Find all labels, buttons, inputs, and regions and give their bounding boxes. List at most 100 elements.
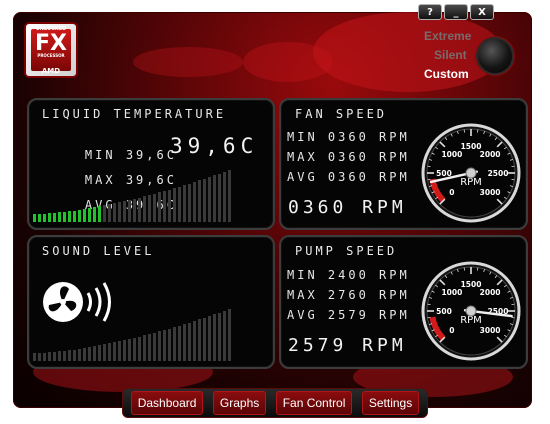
gauge-tick-label: 1500 — [461, 280, 482, 289]
panel-title: FAN SPEED — [295, 107, 388, 121]
logo-amd-text: AMD — [41, 67, 61, 75]
level-bar — [33, 214, 36, 222]
min-label: MIN — [287, 268, 318, 282]
close-button[interactable]: X — [470, 4, 494, 20]
level-bar — [58, 212, 61, 222]
level-bar — [103, 205, 106, 222]
level-bar — [78, 210, 81, 222]
level-bar — [83, 348, 86, 361]
panel-title: SOUND LEVEL — [42, 244, 155, 258]
level-bar — [93, 346, 96, 361]
level-bar — [188, 184, 191, 222]
gauge-tick-label: 1000 — [441, 288, 462, 297]
tab-fan-control[interactable]: Fan Control — [275, 391, 353, 415]
level-bar — [143, 335, 146, 361]
level-bar — [173, 188, 176, 222]
panel-title: LIQUID TEMPERATURE — [42, 107, 227, 121]
level-bar — [213, 175, 216, 222]
mode-custom[interactable]: Custom — [424, 67, 469, 81]
level-bar — [153, 333, 156, 361]
mode-silent[interactable]: Silent — [434, 48, 467, 62]
level-bar — [88, 208, 91, 222]
gauge-tick-label: 500 — [436, 307, 452, 316]
avg-label: AVG — [287, 308, 318, 322]
level-bar — [138, 198, 141, 222]
level-bar — [163, 191, 166, 222]
level-bar — [173, 327, 176, 361]
level-bar — [78, 349, 81, 361]
level-bar — [33, 353, 36, 361]
tab-graphs[interactable]: Graphs — [212, 391, 267, 415]
gauge-tick-label: 2500 — [488, 169, 509, 178]
level-bar — [228, 309, 231, 361]
level-bar — [63, 351, 66, 361]
current-fan-speed: 0360 RPM — [288, 197, 407, 218]
gauge-tick-label: 0 — [449, 188, 454, 197]
min-value: 0360 RPM — [327, 130, 410, 144]
gauge-tick-label: 0 — [449, 326, 454, 335]
level-bar — [113, 203, 116, 222]
level-bar — [113, 342, 116, 361]
level-bar — [158, 192, 161, 222]
level-bar — [118, 341, 121, 361]
sound-level-panel: SOUND LEVEL — [27, 235, 275, 369]
level-bar — [148, 334, 151, 361]
level-bar — [203, 179, 206, 222]
level-bar — [168, 190, 171, 222]
level-bar — [223, 311, 226, 361]
mode-knob[interactable] — [478, 39, 512, 73]
level-bar — [208, 177, 211, 222]
level-bar — [73, 211, 76, 222]
level-bar — [48, 213, 51, 222]
level-bar — [148, 195, 151, 222]
level-bar — [153, 194, 156, 222]
level-bar — [53, 213, 56, 222]
level-bar — [68, 211, 71, 222]
mode-extreme[interactable]: Extreme — [424, 29, 471, 43]
sound-level-bars — [33, 307, 231, 361]
level-bar — [193, 321, 196, 361]
avg-label: AVG — [287, 170, 318, 184]
level-bar — [198, 180, 201, 222]
level-bar — [93, 207, 96, 222]
level-bar — [223, 172, 226, 222]
level-bar — [103, 344, 106, 361]
level-bar — [73, 350, 76, 361]
level-bar — [38, 214, 41, 222]
max-label: MAX — [287, 288, 318, 302]
min-label: MIN — [287, 130, 318, 144]
level-bar — [213, 314, 216, 361]
level-bar — [133, 338, 136, 361]
gauge-tick-label: 2000 — [480, 288, 501, 297]
level-bar — [43, 353, 46, 361]
fan-speed-panel: FAN SPEED MIN 0360 RPM MAX 0360 RPM AVG … — [279, 98, 528, 230]
current-pump-speed: 2579 RPM — [288, 335, 407, 356]
level-bar — [123, 340, 126, 361]
gauge-tick-label: 1000 — [441, 150, 462, 159]
level-bar — [43, 214, 46, 222]
max-value: 2760 RPM — [327, 288, 410, 302]
gauge-tick-label: 1500 — [461, 142, 482, 151]
level-bar — [218, 174, 221, 222]
panel-title: PUMP SPEED — [295, 244, 398, 258]
level-bar — [178, 326, 181, 361]
level-bar — [48, 352, 51, 361]
max-label: MAX — [287, 150, 318, 164]
level-bar — [178, 187, 181, 222]
window-controls: ? _ X — [418, 4, 494, 20]
level-bar — [98, 206, 101, 222]
tab-dashboard[interactable]: Dashboard — [130, 391, 204, 415]
avg-value: 0360 RPM — [327, 170, 410, 184]
gauge-hub — [465, 167, 477, 179]
level-bar — [183, 185, 186, 222]
level-bar — [138, 337, 141, 361]
level-bar — [98, 345, 101, 361]
gauge-unit: RPM — [460, 315, 482, 326]
gauge-tick-label: 3000 — [480, 326, 501, 335]
help-button[interactable]: ? — [418, 4, 442, 20]
minimize-button[interactable]: _ — [444, 4, 468, 20]
gauge-hub — [465, 305, 477, 317]
liquid-temperature-panel: LIQUID TEMPERATURE MIN 39,6C MAX 39,6C A… — [27, 98, 275, 230]
tab-settings[interactable]: Settings — [361, 391, 420, 415]
level-bar — [123, 201, 126, 222]
